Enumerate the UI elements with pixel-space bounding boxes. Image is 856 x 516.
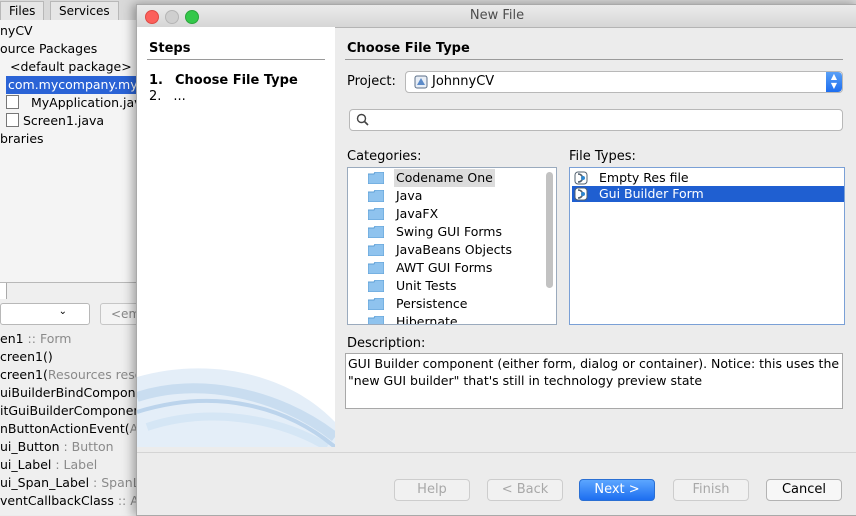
nav-item[interactable]: nButtonActionEvent(Actio [0, 420, 140, 438]
tree-item-package[interactable]: com.mycompany.myap [6, 76, 140, 94]
nav-item[interactable]: ui_Button : Button [0, 438, 114, 456]
folder-icon [368, 190, 384, 202]
description-box: GUI Builder component (either form, dial… [345, 353, 843, 409]
project-value: JohnnyCV [432, 74, 495, 89]
section-divider [345, 59, 843, 60]
cancel-button[interactable]: Cancel [766, 479, 842, 501]
categories-label: Categories: [347, 149, 422, 164]
nav-item[interactable]: ui_Label : Label [0, 456, 97, 474]
steps-panel: Steps 1. Choose File Type 2.... [137, 27, 335, 447]
tree-item-project[interactable]: nyCV [0, 22, 33, 40]
dialog-titlebar[interactable]: New File [137, 5, 856, 28]
tree-item-myapplication[interactable]: MyApplication.java [6, 94, 140, 112]
folder-icon [368, 280, 384, 292]
nav-item[interactable]: itGuiBuilderComponents [0, 402, 140, 420]
codename-one-icon [574, 171, 588, 185]
finish-button[interactable]: Finish [673, 479, 749, 501]
tree-item-default-package[interactable]: <default package> [10, 58, 132, 76]
steps-heading: Steps [149, 41, 191, 56]
button-bar-divider [137, 452, 856, 453]
nav-item[interactable]: ui_Span_Label : SpanLab [0, 474, 140, 492]
step-2: 2.... [149, 89, 186, 104]
folder-icon [368, 172, 384, 184]
section-heading: Choose File Type [347, 41, 470, 56]
new-file-dialog: New File Steps 1. Choose File Type 2.... … [136, 4, 856, 516]
dialog-title: New File [469, 8, 525, 23]
step-1: 1. Choose File Type [149, 73, 298, 88]
navigator-tab[interactable] [0, 283, 7, 299]
tab-files[interactable]: Files [0, 1, 45, 20]
nav-item[interactable]: creen1() [0, 348, 53, 366]
navigator-member-combo[interactable]: <em [100, 303, 140, 325]
description-text: GUI Builder component (either form, dial… [348, 356, 840, 388]
tree-item-libraries[interactable]: braries [0, 130, 44, 148]
folder-icon [368, 208, 384, 220]
steps-divider [147, 59, 325, 60]
form-file-icon [6, 113, 19, 127]
folder-icon [368, 298, 384, 310]
back-button[interactable]: < Back [487, 479, 563, 501]
project-combo[interactable]: JohnnyCV ▲ ▼ [405, 71, 843, 93]
nav-item[interactable]: ventCallbackClass :: Acti [0, 492, 140, 510]
tab-services[interactable]: Services [50, 1, 119, 20]
wizard-decoration [137, 368, 335, 447]
categories-list[interactable]: Codename One Java JavaFX Swing GUI Forms… [347, 167, 557, 325]
project-tree: nyCV ource Packages <default package> co… [0, 20, 140, 282]
navigator-filter-combo[interactable]: ⌄ [0, 303, 90, 325]
navigator-panel: ⌄ <em en1 :: Form creen1() creen1(Resour… [0, 282, 140, 515]
file-types-list[interactable]: Empty Res file Gui Builder Form [569, 167, 845, 325]
tree-item-source-packages[interactable]: ource Packages [0, 40, 97, 58]
nav-item[interactable]: uiBuilderBindComponent [0, 384, 140, 402]
tree-item-screen1[interactable]: Screen1.java [6, 112, 104, 130]
chevron-updown-icon[interactable]: ▲ ▼ [826, 72, 842, 92]
chevron-down-icon: ⌄ [58, 306, 67, 317]
folder-icon [368, 262, 384, 274]
file-type-item-selected[interactable]: Gui Builder Form [572, 186, 844, 202]
nav-item[interactable]: creen1(Resources resour [0, 366, 140, 384]
java-file-icon [6, 95, 19, 109]
search-input[interactable] [349, 109, 843, 131]
next-button[interactable]: Next > [579, 479, 655, 501]
description-label: Description: [347, 336, 426, 351]
project-label: Project: [347, 74, 396, 89]
codename-one-icon [574, 187, 588, 201]
choose-file-type-panel: Choose File Type Project: JohnnyCV ▲ ▼ Ca… [335, 27, 856, 447]
help-button[interactable]: Help [394, 479, 470, 501]
search-icon [356, 113, 369, 126]
folder-icon [368, 226, 384, 238]
categories-scrollbar[interactable] [546, 172, 553, 288]
project-icon [414, 75, 428, 89]
folder-icon [368, 244, 384, 256]
folder-icon [368, 316, 384, 324]
file-types-label: File Types: [569, 149, 636, 164]
nav-item[interactable]: en1 :: Form [0, 330, 71, 348]
